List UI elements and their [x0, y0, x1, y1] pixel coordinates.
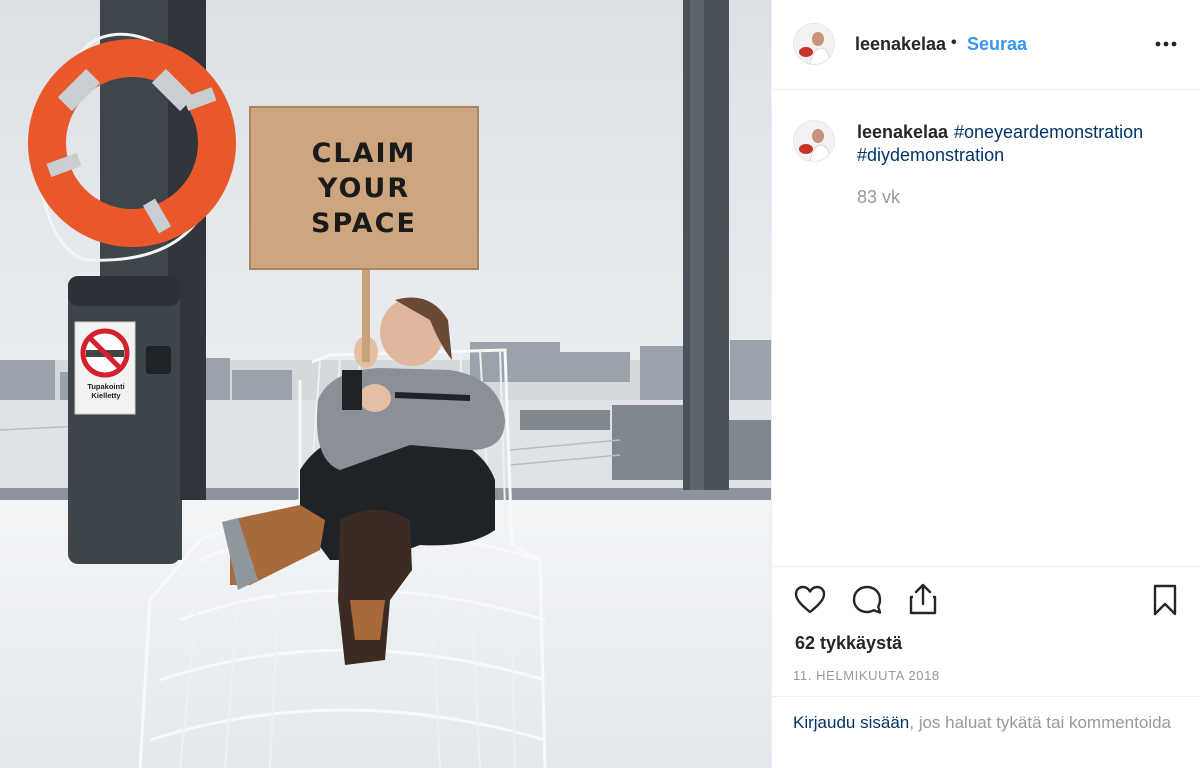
comment-button[interactable]	[850, 583, 884, 617]
caption-avatar[interactable]	[793, 120, 835, 162]
more-options-button[interactable]	[1150, 30, 1182, 58]
hashtag-link[interactable]: #oneyeardemonstration	[954, 122, 1143, 143]
sign-text: CLAIM YOUR SPACE	[311, 137, 417, 239]
post-date: 11. HELMIKUUTA 2018	[793, 668, 940, 683]
like-button[interactable]	[793, 583, 827, 617]
hashtag-link[interactable]: #diydemonstration	[857, 145, 1004, 166]
avatar-image	[794, 121, 834, 161]
share-icon	[909, 583, 937, 615]
comment-icon	[852, 585, 882, 614]
avatar-image	[794, 24, 834, 64]
caption-username[interactable]: leenakelaa	[857, 122, 948, 143]
bookmark-icon	[1153, 584, 1177, 616]
protest-sign: CLAIM YOUR SPACE	[252, 108, 476, 268]
post-photo[interactable]: CLAIM YOUR SPACE Tupakointi Kielletty	[0, 0, 771, 768]
login-prompt-text: , jos haluat tykätä tai kommentoida	[909, 713, 1171, 732]
no-smoking-sign-text: Tupakointi Kielletty	[87, 382, 125, 400]
avatar[interactable]	[793, 23, 835, 65]
login-link[interactable]: Kirjaudu sisään	[793, 713, 909, 732]
post-header: leenakelaa • Seuraa	[772, 0, 1200, 90]
caption-timestamp[interactable]: 83 vk	[857, 187, 900, 208]
heart-icon	[794, 585, 826, 614]
login-prompt: Kirjaudu sisään, jos haluat tykätä tai k…	[772, 696, 1200, 768]
post-side-panel: leenakelaa • Seuraa leenakelaa #oneyeard…	[771, 0, 1200, 768]
likes-count[interactable]: 62 tykkäystä	[795, 633, 902, 654]
follow-button[interactable]: Seuraa	[967, 34, 1027, 55]
share-button[interactable]	[906, 582, 940, 616]
header-username[interactable]: leenakelaa	[855, 34, 946, 55]
more-icon	[1155, 41, 1177, 47]
save-button[interactable]	[1148, 583, 1182, 617]
actions-divider	[772, 566, 1200, 567]
separator-dot: •	[951, 34, 957, 51]
